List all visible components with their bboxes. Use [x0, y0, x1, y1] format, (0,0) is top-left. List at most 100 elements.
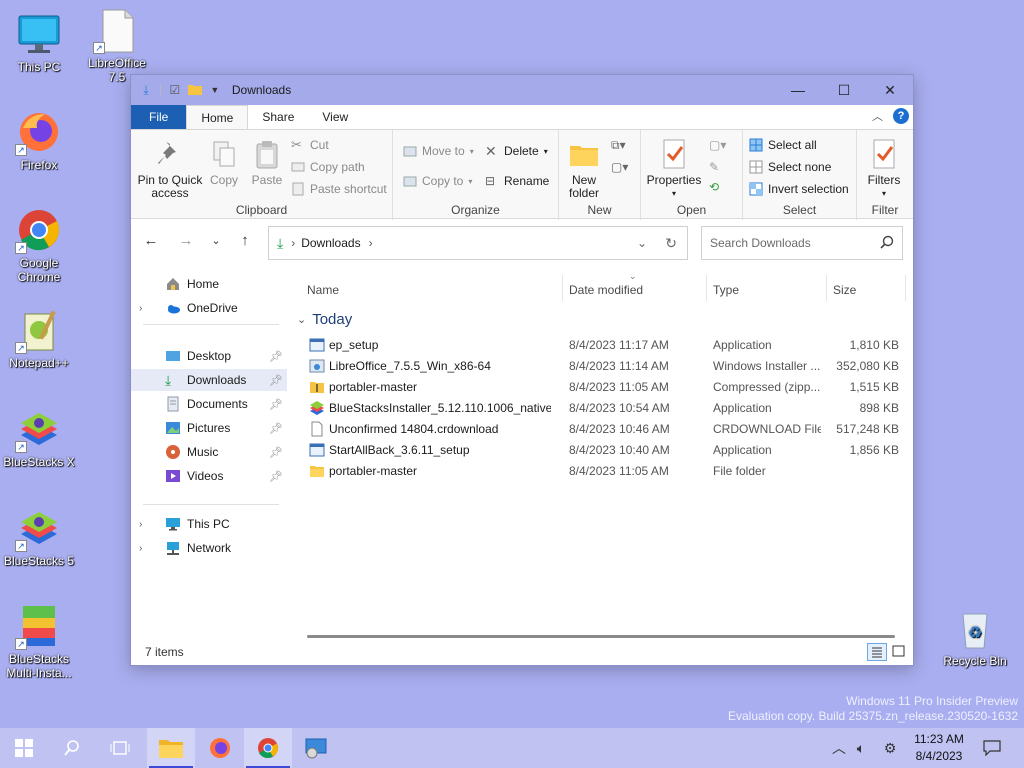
select-none-button[interactable]: Select none: [749, 160, 831, 174]
details-view-icon[interactable]: [867, 643, 887, 661]
desktop-icon-notepadpp[interactable]: ↗ Notepad++: [1, 306, 77, 370]
address-dropdown-icon[interactable]: ⌄: [637, 236, 647, 250]
minimize-button[interactable]: —: [775, 75, 821, 105]
pin-icon[interactable]: 📌︎: [269, 350, 283, 363]
nav-item-videos[interactable]: Videos 📌︎: [131, 465, 287, 487]
paste-shortcut-button[interactable]: Paste shortcut: [291, 182, 387, 196]
taskbar-chrome[interactable]: [244, 728, 292, 768]
horizontal-scrollbar[interactable]: [307, 635, 895, 638]
close-button[interactable]: ✕: [867, 75, 913, 105]
desktop-icon-firefox[interactable]: ↗ Firefox: [1, 108, 77, 172]
desktop-icon-chrome[interactable]: ↗ Google Chrome: [1, 206, 77, 284]
address-bar[interactable]: ⤓ › Downloads › ⌄ ↻: [268, 226, 688, 260]
breadcrumb-separator[interactable]: ›: [369, 236, 373, 250]
table-row[interactable]: ep_setup 8/4/2023 11:17 AM Application 1…: [291, 335, 913, 356]
easy-access-icon[interactable]: ▢▾: [611, 160, 633, 176]
nav-item-documents[interactable]: Documents 📌︎: [131, 393, 287, 415]
table-row[interactable]: Unconfirmed 14804.crdownload 8/4/2023 10…: [291, 419, 913, 440]
refresh-icon[interactable]: ↻: [665, 235, 677, 252]
help-icon[interactable]: ?: [893, 108, 909, 124]
desktop-icon-libreoffice[interactable]: ↗ LibreOffice 7.5: [79, 6, 155, 84]
table-row[interactable]: portabler-master 8/4/2023 11:05 AM Compr…: [291, 377, 913, 398]
tab-file[interactable]: File: [131, 105, 187, 129]
copy-to-button[interactable]: Copy to ▾: [403, 174, 472, 188]
properties-check-icon[interactable]: ☑: [168, 83, 182, 97]
new-folder-icon[interactable]: [187, 83, 202, 97]
pin-icon[interactable]: 📌︎: [269, 470, 283, 483]
table-row[interactable]: portabler-master 8/4/2023 11:05 AM File …: [291, 461, 913, 482]
search-input[interactable]: Search Downloads: [701, 226, 903, 260]
column-header-type[interactable]: Type: [713, 283, 739, 297]
breadcrumb-downloads[interactable]: Downloads: [301, 236, 360, 250]
desktop-icon-bluestacks-x[interactable]: ↗ BlueStacks X: [1, 405, 77, 469]
table-row[interactable]: LibreOffice_7.5.5_Win_x86-64 8/4/2023 11…: [291, 356, 913, 377]
recent-locations-icon[interactable]: ⌄: [206, 231, 226, 251]
chevron-down-icon[interactable]: ⌄: [297, 313, 306, 326]
desktop-icon-this-pc[interactable]: This PC: [1, 10, 77, 74]
nav-item-this-pc[interactable]: › This PC: [131, 513, 287, 535]
taskbar-firefox[interactable]: [196, 728, 244, 768]
forward-arrow-icon[interactable]: →: [176, 231, 196, 251]
invert-selection-button[interactable]: Invert selection: [749, 182, 849, 196]
move-to-button[interactable]: Move to ▾: [403, 144, 474, 158]
nav-item-home[interactable]: Home: [131, 273, 287, 295]
delete-button[interactable]: ✕ Delete ▾: [485, 144, 548, 158]
settings-gear-icon[interactable]: ⚙: [878, 728, 902, 768]
nav-item-network[interactable]: › Network: [131, 537, 287, 559]
taskbar-clock[interactable]: 11:23 AM 8/4/2023: [904, 731, 974, 765]
pin-icon[interactable]: 📌︎: [269, 422, 283, 435]
table-row[interactable]: BlueStacksInstaller_5.12.110.1006_native…: [291, 398, 913, 419]
pin-icon[interactable]: 📌︎: [269, 398, 283, 411]
paste-button[interactable]: Paste: [247, 138, 287, 187]
column-header-name[interactable]: Name: [307, 283, 339, 297]
task-view-button[interactable]: [96, 728, 144, 768]
start-button[interactable]: [0, 728, 48, 768]
tab-share[interactable]: Share: [248, 105, 308, 129]
column-separator[interactable]: [826, 275, 827, 301]
edit-icon[interactable]: ✎: [709, 160, 725, 176]
notification-icon[interactable]: [978, 728, 1006, 768]
pin-icon[interactable]: 📌︎: [269, 446, 283, 459]
nav-item-downloads[interactable]: ⤓ Downloads 📌︎: [131, 369, 287, 391]
new-folder-button[interactable]: New folder: [563, 138, 605, 200]
desktop-icon-bluestacks-multi[interactable]: ↗ BlueStacks Multi-Insta...: [1, 602, 77, 680]
column-separator[interactable]: [706, 275, 707, 301]
tab-view[interactable]: View: [308, 105, 362, 129]
rename-button[interactable]: ⊟ Rename: [485, 174, 549, 188]
history-icon[interactable]: ⟲: [709, 180, 725, 196]
copy-path-button[interactable]: Copy path: [291, 160, 365, 174]
chevron-right-icon[interactable]: ›: [139, 543, 151, 554]
nav-item-onedrive[interactable]: › OneDrive: [131, 297, 287, 319]
cut-button[interactable]: ✂ Cut: [291, 138, 329, 153]
nav-item-music[interactable]: Music 📌︎: [131, 441, 287, 463]
back-arrow-icon[interactable]: ←: [141, 231, 161, 251]
taskbar-file-explorer[interactable]: [147, 728, 195, 768]
table-row[interactable]: StartAllBack_3.6.11_setup 8/4/2023 10:40…: [291, 440, 913, 461]
nav-item-pictures[interactable]: Pictures 📌︎: [131, 417, 287, 439]
taskbar-control-panel[interactable]: [292, 728, 340, 768]
show-hidden-icons[interactable]: ︿: [828, 728, 850, 768]
title-bar[interactable]: ⤓ | ☑ ▼ Downloads — ☐ ✕: [131, 75, 913, 105]
volume-icon[interactable]: 🔈︎: [850, 728, 872, 768]
pin-to-quick-access-button[interactable]: Pin to Quick access: [137, 138, 203, 200]
select-all-button[interactable]: Select all: [749, 138, 817, 152]
filters-button[interactable]: Filters ▾: [863, 138, 905, 200]
search-button[interactable]: [48, 728, 96, 768]
qat-dropdown-icon[interactable]: ▼: [208, 83, 222, 97]
chevron-right-icon[interactable]: ›: [139, 303, 151, 314]
tab-home[interactable]: Home: [186, 105, 249, 129]
column-header-size[interactable]: Size: [833, 283, 856, 297]
properties-button[interactable]: Properties ▾: [645, 138, 703, 200]
collapse-ribbon-icon[interactable]: ︿: [872, 108, 883, 124]
chevron-right-icon[interactable]: ›: [139, 519, 151, 530]
desktop-icon-recycle-bin[interactable]: ♻ Recycle Bin: [937, 604, 1013, 668]
new-item-icon[interactable]: ⧉▾: [611, 138, 633, 154]
group-header-today[interactable]: ⌄ Today: [297, 311, 352, 328]
column-header-date[interactable]: Date modified: [569, 283, 643, 297]
column-separator[interactable]: [562, 275, 563, 301]
open-icon[interactable]: ▢▾: [709, 138, 731, 154]
nav-item-desktop[interactable]: Desktop 📌︎: [131, 345, 287, 367]
up-arrow-icon[interactable]: ↑: [235, 231, 255, 251]
large-icons-view-icon[interactable]: [889, 643, 909, 661]
desktop-icon-bluestacks-5[interactable]: ↗ BlueStacks 5: [1, 504, 77, 568]
